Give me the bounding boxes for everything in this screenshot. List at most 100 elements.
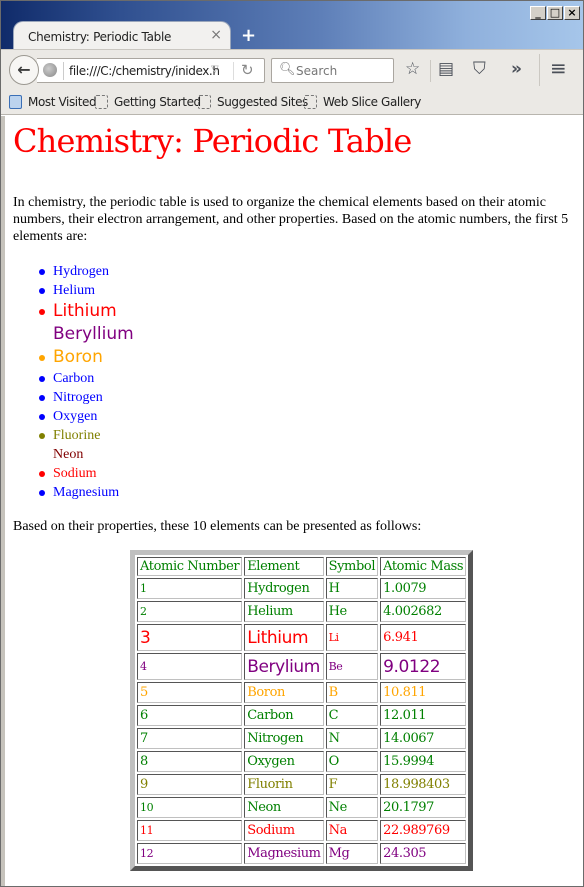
table-cell: 15.9994 bbox=[380, 751, 467, 772]
table-cell: Magnesium bbox=[244, 843, 324, 864]
table-row: 12 Magnesium Mg 24.305 bbox=[137, 843, 467, 864]
outro-paragraph: Based on their properties, these 10 elem… bbox=[13, 519, 422, 534]
list-item: Neon bbox=[53, 447, 84, 462]
table-cell: Carbon bbox=[244, 705, 324, 726]
new-tab-button[interactable]: + bbox=[241, 25, 256, 46]
divider bbox=[539, 54, 540, 86]
table-cell: 11 bbox=[137, 820, 243, 841]
bookmark-star-icon[interactable]: ☆ bbox=[405, 59, 420, 79]
element-list: Hydrogen Helium Lithium Beryllium Boron Carbo… bbox=[13, 262, 134, 502]
list-item: Magnesium bbox=[39, 483, 134, 502]
table-cell: 1 bbox=[137, 578, 243, 599]
table-cell: Oxygen bbox=[244, 751, 324, 772]
title-bar: _ □ × Chemistry: Periodic Table × + bbox=[1, 1, 583, 50]
table-row: 7 Nitrogen N 14.0067 bbox=[137, 728, 467, 749]
list-item: Oxygen bbox=[39, 407, 134, 426]
bookmark-label: Most Visited bbox=[28, 95, 97, 109]
table-cell: Li bbox=[325, 624, 379, 651]
elements-table: Atomic Number Element Symbol Atomic Mass 1H… bbox=[135, 555, 468, 866]
overflow-icon[interactable]: » bbox=[511, 59, 522, 79]
page-icon bbox=[304, 95, 317, 109]
table-cell: 8 bbox=[137, 751, 243, 772]
table-cell: 1.0079 bbox=[380, 578, 467, 599]
table-cell: C bbox=[325, 705, 379, 726]
table-cell: Hydrogen bbox=[244, 578, 324, 599]
list-item: Boron bbox=[39, 346, 134, 369]
reading-list-icon[interactable]: ▤ bbox=[438, 59, 454, 79]
table-body: 1 Hydrogen H 1.0079 2 Helium He 4.002682 3 Lithiu… bbox=[137, 578, 467, 864]
table-row: 5 Boron B 10.811 bbox=[137, 682, 467, 703]
navigation-toolbar: file:///C:/chemistry/inidex.h ▽ ↻ ← 🔍︎ S… bbox=[1, 49, 583, 91]
divider bbox=[63, 62, 64, 80]
table-frame: Atomic Number Element Symbol Atomic Mass 1H… bbox=[130, 550, 474, 871]
table-cell: Lithium bbox=[244, 624, 324, 651]
search-input[interactable]: 🔍︎ Search bbox=[271, 58, 394, 83]
table-cell: O bbox=[325, 751, 379, 772]
table-cell: 10.811 bbox=[380, 682, 467, 703]
menu-icon[interactable]: ≡ bbox=[550, 56, 567, 80]
table-cell: Helium bbox=[244, 601, 324, 622]
table-cell: Fluorin bbox=[244, 774, 324, 795]
close-tab-icon[interactable]: × bbox=[210, 27, 222, 43]
pocket-icon[interactable]: ⛉ bbox=[473, 59, 486, 79]
table-cell: F bbox=[325, 774, 379, 795]
table-cell: 10 bbox=[137, 797, 243, 818]
list-item: Beryllium bbox=[53, 324, 134, 344]
table-cell: 2 bbox=[137, 601, 243, 622]
table-cell: 6 bbox=[137, 705, 243, 726]
table-cell: Sodium bbox=[244, 820, 324, 841]
minimize-button[interactable]: _ bbox=[530, 6, 546, 20]
bookmark-web-slice-gallery[interactable]: Web Slice Gallery bbox=[304, 95, 421, 109]
url-text[interactable]: file:///C:/chemistry/inidex.h bbox=[69, 64, 220, 78]
bookmark-most-visited[interactable]: Most Visited bbox=[9, 95, 97, 109]
reload-icon[interactable]: ↻ bbox=[241, 61, 254, 79]
url-bar[interactable]: file:///C:/chemistry/inidex.h ▽ ↻ bbox=[37, 58, 265, 83]
page-title: Chemistry: Periodic Table bbox=[13, 122, 412, 160]
table-cell: N bbox=[325, 728, 379, 749]
column-header: Symbol bbox=[325, 557, 379, 576]
table-row: 1 Hydrogen H 1.0079 bbox=[137, 578, 467, 599]
table-cell: H bbox=[325, 578, 379, 599]
window-controls: _ □ × bbox=[530, 6, 580, 20]
table-cell: He bbox=[325, 601, 379, 622]
table-row: 3 Lithium Li 6.941 bbox=[137, 624, 467, 651]
table-cell: 4.002682 bbox=[380, 601, 467, 622]
bookmark-label: Web Slice Gallery bbox=[323, 95, 421, 109]
maximize-button[interactable]: □ bbox=[547, 6, 563, 20]
close-window-button[interactable]: × bbox=[564, 6, 580, 20]
list-item: Fluorine bbox=[39, 426, 134, 445]
dropdown-icon[interactable]: ▽ bbox=[211, 64, 219, 75]
table-cell: Berylium bbox=[244, 653, 324, 680]
table-cell: B bbox=[325, 682, 379, 703]
bookmarks-toolbar: Most Visited Getting Started Suggested S… bbox=[1, 91, 583, 115]
table-cell: 22.989769 bbox=[380, 820, 467, 841]
list-item: Lithium bbox=[39, 300, 134, 323]
table-row: 8 Oxygen O 15.9994 bbox=[137, 751, 467, 772]
table-cell: 24.305 bbox=[380, 843, 467, 864]
table-row: 11 Sodium Na 22.989769 bbox=[137, 820, 467, 841]
table-cell: 3 bbox=[137, 624, 243, 651]
table-header-row: Atomic Number Element Symbol Atomic Mass bbox=[137, 557, 467, 576]
globe-icon bbox=[43, 63, 57, 77]
tab-title: Chemistry: Periodic Table bbox=[28, 30, 172, 44]
search-icon: 🔍︎ bbox=[279, 62, 296, 77]
search-placeholder: Search bbox=[296, 64, 338, 78]
column-header: Atomic Mass bbox=[380, 557, 467, 576]
table-cell: 5 bbox=[137, 682, 243, 703]
table-cell: 6.941 bbox=[380, 624, 467, 651]
table-row: 2 Helium He 4.002682 bbox=[137, 601, 467, 622]
table-cell: 18.998403 bbox=[380, 774, 467, 795]
table-row: 4 Berylium Be 9.0122 bbox=[137, 653, 467, 680]
tab-active[interactable]: Chemistry: Periodic Table × bbox=[13, 21, 231, 50]
table-cell: 4 bbox=[137, 653, 243, 680]
table-cell: 9 bbox=[137, 774, 243, 795]
bookmark-label: Getting Started bbox=[114, 95, 201, 109]
table-row: 6 Carbon C 12.011 bbox=[137, 705, 467, 726]
page-content: Chemistry: Periodic Table In chemistry, … bbox=[1, 116, 583, 886]
bookmark-getting-started[interactable]: Getting Started bbox=[95, 95, 201, 109]
table-cell: 7 bbox=[137, 728, 243, 749]
back-button[interactable]: ← bbox=[9, 55, 39, 85]
table-cell: 9.0122 bbox=[380, 653, 467, 680]
list-item: Hydrogen bbox=[39, 262, 134, 281]
bookmark-suggested-sites[interactable]: Suggested Sites bbox=[198, 95, 308, 109]
